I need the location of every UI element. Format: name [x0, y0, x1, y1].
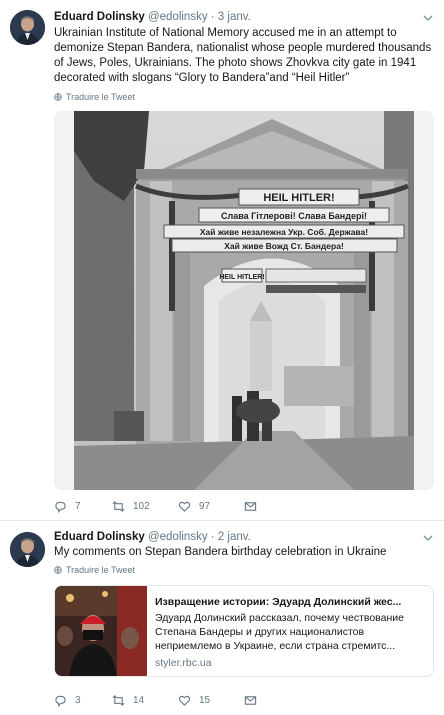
globe-icon — [54, 93, 62, 101]
avatar[interactable] — [10, 532, 45, 567]
link-card-body: Извращение истории: Эдуард Долинский жес… — [155, 595, 427, 670]
link-card-thumbnail — [55, 586, 147, 676]
translate-label: Traduire le Tweet — [66, 92, 136, 102]
retweet-icon — [112, 695, 125, 706]
retweet-count: 102 — [133, 501, 150, 512]
like-button[interactable]: 97 — [178, 500, 210, 513]
retweet-count: 14 — [133, 695, 145, 706]
dm-button[interactable] — [244, 694, 257, 707]
like-icon — [178, 695, 191, 706]
like-count: 97 — [199, 501, 211, 512]
separator: · — [210, 11, 215, 23]
timestamp[interactable]: 2 janv. — [218, 531, 251, 543]
avatar[interactable] — [10, 10, 45, 45]
tweet-actions: 7 102 97 — [54, 500, 434, 516]
reply-icon — [55, 501, 66, 513]
tweet-actions: 3 14 15 — [54, 694, 434, 710]
retweet-button[interactable]: 14 — [112, 694, 144, 707]
tweet-header: Eduard Dolinsky @edolinsky · 3 janv. — [54, 11, 251, 23]
tweet-header: Eduard Dolinsky @edolinsky · 2 janv. — [54, 531, 251, 543]
dm-icon — [244, 502, 257, 511]
translate-label: Traduire le Tweet — [66, 565, 136, 575]
timestamp[interactable]: 3 janv. — [218, 11, 251, 23]
translate-link[interactable]: Traduire le Tweet — [54, 565, 135, 575]
translate-link[interactable]: Traduire le Tweet — [54, 92, 135, 102]
chevron-down-icon[interactable] — [422, 12, 434, 24]
dm-button[interactable] — [244, 500, 257, 513]
reply-button[interactable]: 7 — [54, 500, 81, 513]
like-icon — [178, 501, 191, 512]
like-count: 15 — [199, 695, 211, 706]
reply-button[interactable]: 3 — [54, 694, 81, 707]
link-card[interactable]: Извращение истории: Эдуард Долинский жес… — [54, 585, 434, 677]
banner-low-2: Хай живе Вожд Ст. Бандера! — [224, 241, 344, 251]
tweet-text: Ukrainian Institute of National Memory a… — [54, 27, 432, 84]
banner-mid: Слава Гітлерові! Слава Бандері! — [221, 211, 367, 221]
author-handle[interactable]: @edolinsky — [148, 11, 208, 23]
reply-count: 3 — [75, 695, 81, 706]
author-name[interactable]: Eduard Dolinsky — [54, 11, 145, 23]
small-sign: HEIL HITLER! — [219, 274, 264, 281]
author-name[interactable]: Eduard Dolinsky — [54, 531, 145, 543]
separator: · — [210, 531, 215, 543]
tweet-text: My comments on Stepan Bandera birthday c… — [54, 546, 387, 558]
chevron-down-icon[interactable] — [422, 532, 434, 544]
link-card-domain: styler.rbc.ua — [155, 657, 212, 669]
link-card-title: Извращение истории: Эдуард Долинский жес… — [155, 596, 402, 608]
like-button[interactable]: 15 — [178, 694, 210, 707]
globe-icon — [54, 566, 62, 574]
tweet-photo[interactable]: HEIL HITLER! Слава Гітлерові! Слава Банд… — [54, 111, 434, 490]
banner-top: HEIL HITLER! — [263, 192, 334, 204]
author-handle[interactable]: @edolinsky — [148, 531, 208, 543]
tweet[interactable]: Eduard Dolinsky @edolinsky · 3 janv. Ukr… — [0, 0, 444, 521]
retweet-button[interactable]: 102 — [112, 500, 150, 513]
retweet-icon — [112, 501, 125, 512]
link-card-description: Эдуард Долинский рассказал, почему честв… — [155, 612, 404, 652]
banner-low-1: Хай живе незалежна Укр. Соб. Держава! — [200, 227, 368, 237]
dm-icon — [244, 696, 257, 705]
reply-count: 7 — [75, 501, 81, 512]
reply-icon — [55, 695, 66, 707]
